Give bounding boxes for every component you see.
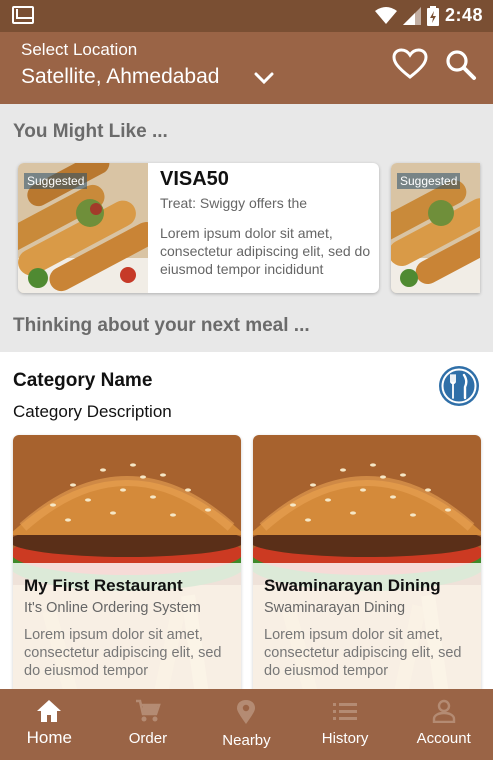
suggested-badge: Suggested (397, 173, 461, 189)
restaurant-description: Lorem ipsum dolor sit amet, consectetur … (24, 627, 222, 679)
restaurant-tagline: Swaminarayan Dining (264, 600, 406, 616)
location-pin-icon (237, 700, 256, 724)
battery-icon (426, 5, 439, 26)
signal-icon (402, 6, 421, 25)
person-icon (432, 699, 455, 723)
nav-label-home: Home (26, 728, 72, 747)
nav-label-nearby: Nearby (222, 732, 271, 749)
you-might-like-heading: You Might Like ... (13, 121, 168, 142)
nav-item-order[interactable]: Order (99, 689, 198, 760)
app-bar: Select Location Satellite, Ahmedabad (0, 32, 493, 104)
restaurant-description: Lorem ipsum dolor sit amet, consectetur … (264, 627, 462, 679)
restaurant-card[interactable]: My First Restaurant It's Online Ordering… (13, 435, 241, 695)
restaurant-name: My First Restaurant (24, 576, 183, 595)
wifi-icon (374, 6, 397, 24)
list-icon (333, 703, 358, 720)
category-name: Category Name (13, 370, 153, 391)
restaurant-name: Swaminarayan Dining (264, 576, 441, 595)
promo-card[interactable]: Suggested VISA50 Treat: Swiggy offers th… (18, 163, 379, 293)
cart-icon (135, 699, 161, 722)
category-panel: Category Name Category Description My Fi… (0, 352, 493, 695)
location-label[interactable]: Select Location (21, 40, 137, 60)
promo-description: Lorem ipsum dolor sit amet, consectetur … (160, 225, 371, 277)
nav-label-account: Account (416, 730, 471, 747)
nav-item-nearby[interactable]: Nearby (197, 689, 296, 760)
nav-item-account[interactable]: Account (394, 689, 493, 760)
promo-title: VISA50 (160, 168, 229, 190)
nav-label-order: Order (128, 730, 168, 747)
search-icon[interactable] (445, 49, 477, 81)
next-meal-heading: Thinking about your next meal ... (13, 315, 310, 336)
promo-card-next[interactable]: Suggested (391, 163, 480, 293)
nav-item-home[interactable]: Home (0, 689, 99, 760)
status-bar: 2:48 (0, 0, 493, 32)
restaurant-card[interactable]: Swaminarayan Dining Swaminarayan Dining … (253, 435, 481, 695)
status-time: 2:48 (444, 5, 483, 25)
nav-item-history[interactable]: History (296, 689, 395, 760)
location-value[interactable]: Satellite, Ahmedabad (21, 65, 219, 89)
chevron-down-icon[interactable] (254, 72, 274, 86)
nav-label-history: History (321, 730, 369, 747)
home-icon (37, 700, 62, 722)
favorites-heart-icon[interactable] (392, 48, 428, 80)
restaurant-icon (439, 366, 479, 406)
suggested-badge: Suggested (24, 173, 88, 189)
status-icons: 2:48 (374, 5, 483, 26)
bottom-navigation: Home Order Nearby History Account (0, 689, 493, 760)
promo-subtitle: Treat: Swiggy offers the (160, 195, 308, 211)
restaurant-tagline: It's Online Ordering System (24, 600, 201, 616)
category-description: Category Description (13, 402, 172, 421)
mail-notification-icon (12, 6, 34, 24)
